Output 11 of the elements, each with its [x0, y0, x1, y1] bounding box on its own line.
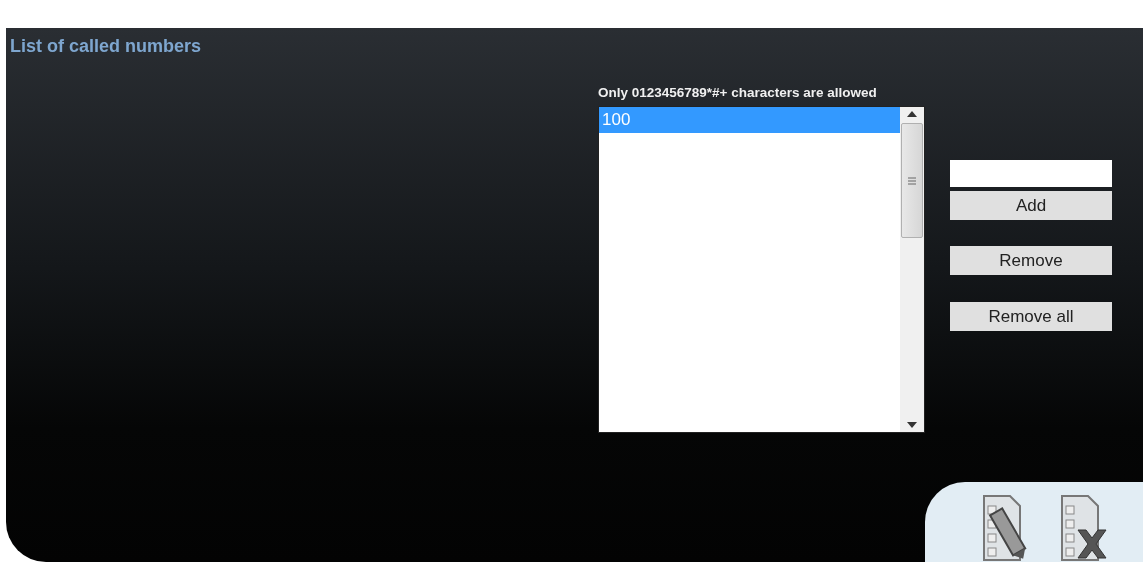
action-button[interactable]: Add [950, 191, 1112, 220]
page-title: List of called numbers [9, 35, 203, 57]
scroll-up-icon[interactable] [907, 111, 917, 117]
scroll-thumb[interactable] [901, 123, 923, 238]
action-button[interactable]: Remove all [950, 302, 1112, 331]
scroll-down-icon[interactable] [907, 422, 917, 428]
document-delete-icon[interactable] [1058, 494, 1108, 562]
hint-text: Only 0123456789*#+ characters are allowed [598, 85, 878, 100]
scrollbar[interactable] [900, 107, 924, 432]
number-input[interactable] [950, 160, 1112, 187]
action-button[interactable]: Remove [950, 246, 1112, 275]
